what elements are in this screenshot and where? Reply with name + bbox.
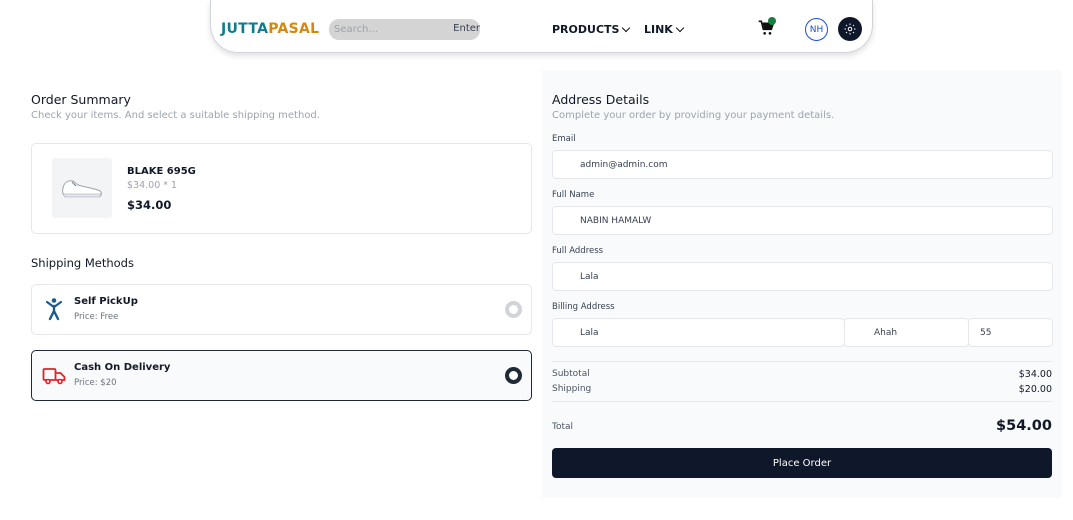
- brand-part1: JUTTA: [221, 21, 269, 37]
- billing-label: Billing Address: [552, 302, 615, 312]
- address-subtitle: Complete your order by providing your pa…: [552, 110, 835, 121]
- shipping-value: $20.00: [1018, 384, 1052, 395]
- cart-badge: [768, 17, 776, 25]
- order-item-card: BLAKE 695G $34.00 * 1 $34.00: [31, 143, 532, 234]
- divider: [552, 401, 1052, 402]
- address-title: Address Details: [552, 92, 650, 107]
- product-qty-price: $34.00 * 1: [127, 180, 178, 191]
- shipping-price: Price: $20: [74, 378, 117, 388]
- shipping-option-self-pickup[interactable]: Self PickUp Price: Free: [31, 284, 532, 335]
- shipping-option-cash-on-delivery[interactable]: Cash On Delivery Price: $20: [31, 350, 532, 401]
- theme-toggle-button[interactable]: [838, 17, 862, 41]
- address-panel: Address Details Complete your order by p…: [542, 70, 1062, 498]
- chevron-down-icon: [675, 23, 685, 33]
- order-summary-title: Order Summary: [31, 92, 131, 107]
- subtotal-label: Subtotal: [552, 369, 590, 379]
- nav-products-label: PRODUCTS: [552, 23, 620, 36]
- shipping-label: Shipping: [552, 384, 592, 394]
- brand-logo[interactable]: JUTTAPASAL: [221, 21, 319, 37]
- fullname-field[interactable]: [552, 206, 1053, 235]
- radio-self-pickup[interactable]: [505, 301, 522, 318]
- billing-zip-field[interactable]: [968, 318, 1053, 347]
- fulladdress-field[interactable]: [552, 262, 1053, 291]
- nav-products[interactable]: PRODUCTS: [552, 23, 631, 36]
- search-bar: Enter: [329, 19, 480, 40]
- radio-cash-on-delivery[interactable]: [505, 367, 522, 384]
- shipping-price: Price: Free: [74, 312, 119, 322]
- email-label: Email: [552, 134, 576, 144]
- total-value: $54.00: [996, 418, 1052, 434]
- fullname-label: Full Name: [552, 190, 595, 200]
- avatar[interactable]: NH: [805, 18, 828, 41]
- order-summary-subtitle: Check your items. And select a suitable …: [31, 110, 320, 121]
- navbar: JUTTAPASAL Enter PRODUCTS LINK NH: [210, 0, 873, 53]
- billing-city-field[interactable]: [844, 318, 969, 347]
- fulladdress-label: Full Address: [552, 246, 604, 256]
- brand-part2: PASAL: [268, 21, 320, 37]
- shoe-icon: [62, 180, 102, 198]
- product-name: BLAKE 695G: [127, 166, 196, 177]
- billing-street-field[interactable]: [552, 318, 845, 347]
- subtotal-value: $34.00: [1018, 369, 1052, 380]
- email-field[interactable]: [552, 150, 1053, 179]
- nav-link-label: LINK: [644, 23, 673, 36]
- search-input[interactable]: [334, 19, 444, 40]
- shipping-name: Self PickUp: [74, 296, 138, 307]
- search-button[interactable]: Enter: [453, 23, 480, 34]
- sun-icon: [844, 23, 856, 35]
- product-image: [52, 158, 112, 218]
- divider: [552, 361, 1052, 362]
- person-icon: [45, 298, 63, 321]
- place-order-button[interactable]: Place Order: [552, 448, 1052, 478]
- chevron-down-icon: [622, 23, 631, 33]
- product-price: $34.00: [127, 198, 172, 212]
- nav-link[interactable]: LINK: [644, 23, 685, 36]
- truck-icon: [42, 368, 66, 385]
- shipping-methods-title: Shipping Methods: [31, 256, 134, 270]
- shipping-name: Cash On Delivery: [74, 362, 171, 373]
- total-label: Total: [552, 422, 574, 432]
